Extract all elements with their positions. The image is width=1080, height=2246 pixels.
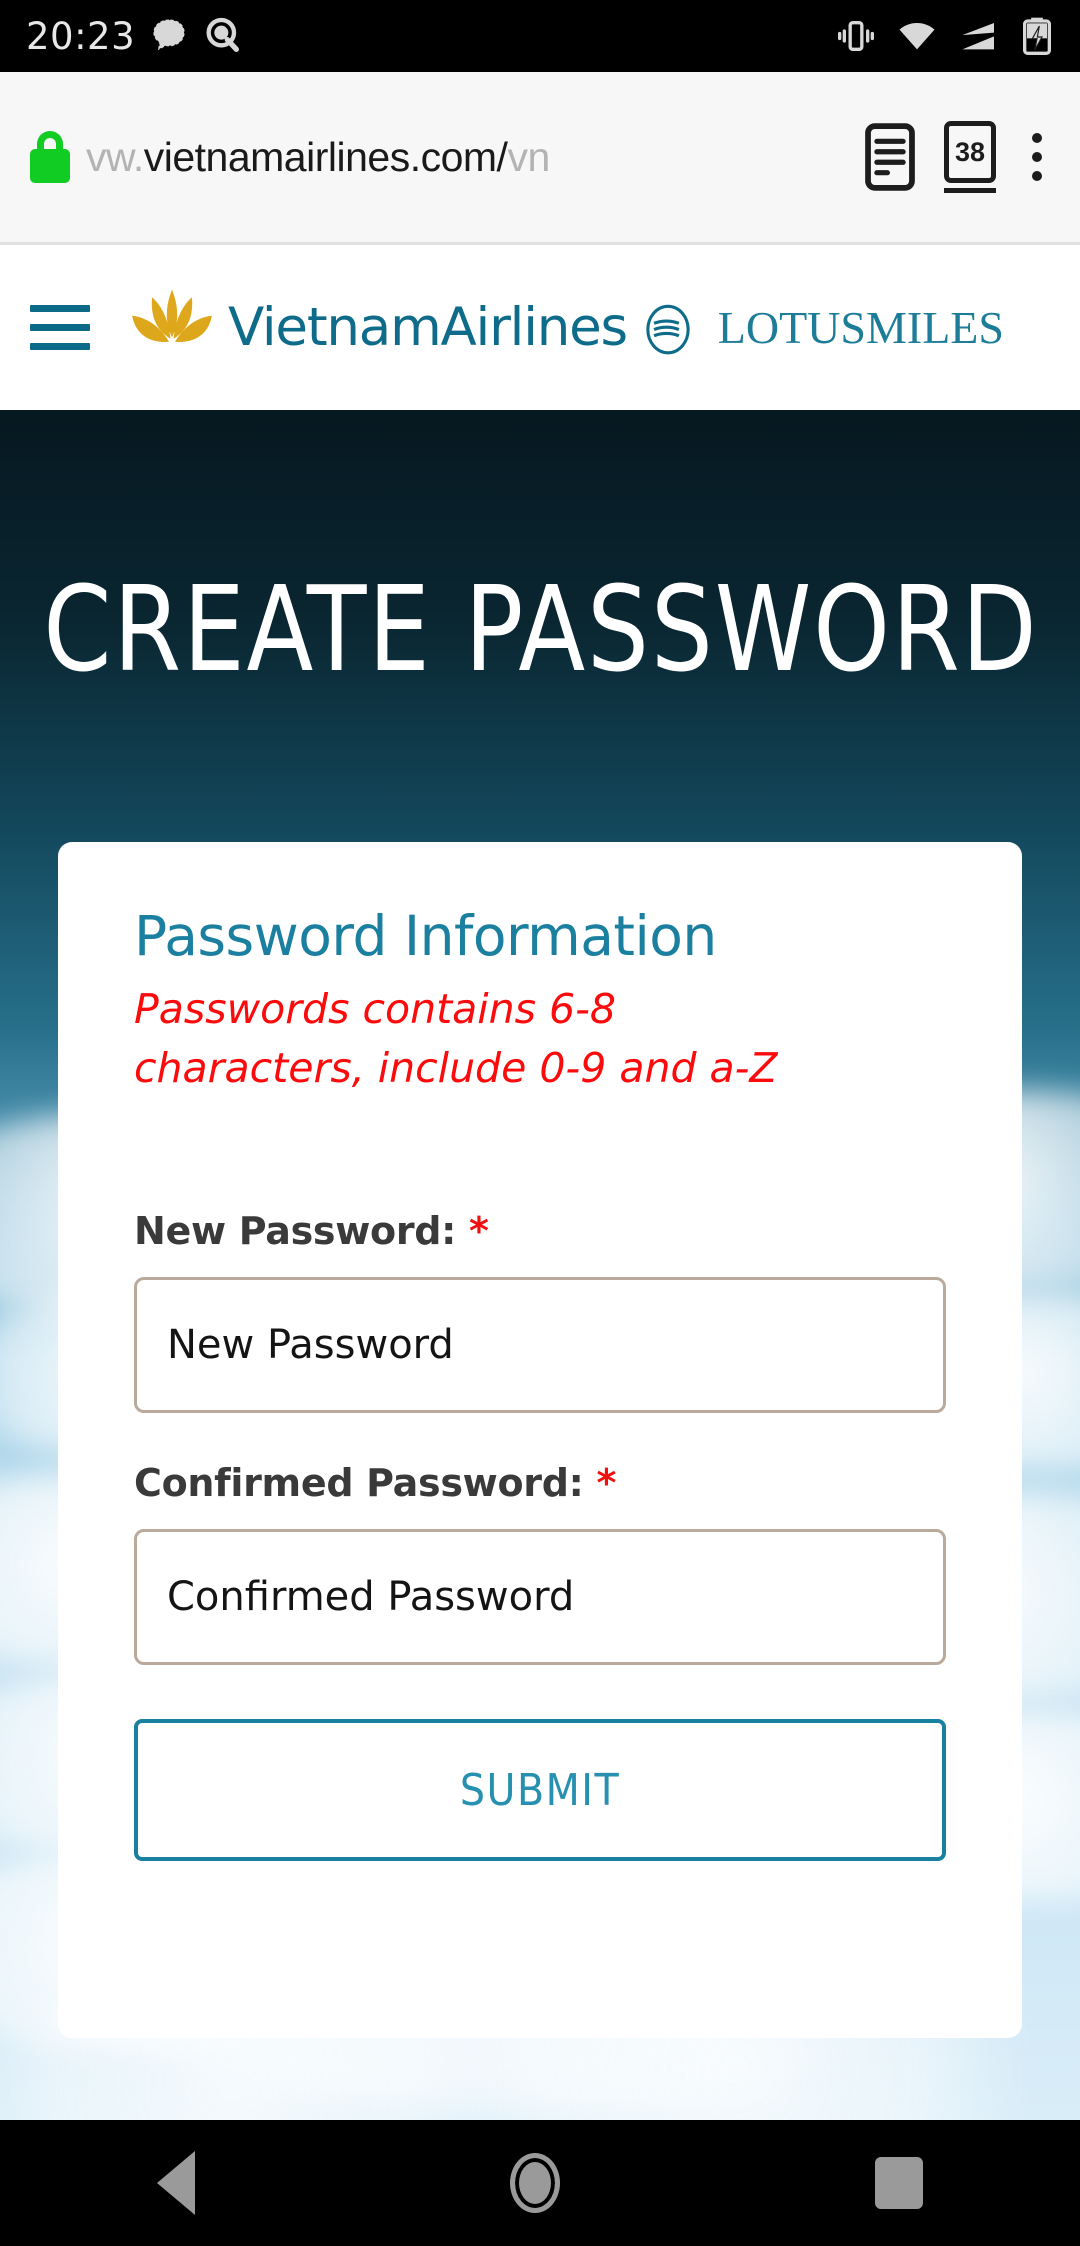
status-bar-left: 20:23: [26, 15, 243, 58]
signal-icon: [962, 23, 994, 50]
confirmed-password-input[interactable]: [134, 1529, 946, 1666]
url-main: vietnamairlines.com/: [143, 133, 508, 180]
confirmed-password-label-text: Confirmed Password:: [134, 1461, 584, 1506]
confirmed-password-label: Confirmed Password: *: [134, 1461, 946, 1505]
skyteam-icon: [646, 304, 690, 354]
browser-toolbar: vw.vietnamairlines.com/vn 38: [0, 72, 1080, 245]
wifi-icon: [899, 23, 935, 50]
tab-counter-underline: [944, 188, 996, 193]
status-clock: 20:23: [26, 14, 136, 58]
lotus-icon: [132, 289, 212, 342]
new-password-input[interactable]: [134, 1277, 946, 1414]
card-title: Password Information: [134, 904, 717, 968]
phone-screen: 20:23 vw.vietnamairlines.com/vn 38 Vietn…: [0, 0, 1080, 2246]
required-asterisk: *: [596, 1461, 617, 1506]
url-bar[interactable]: vw.vietnamairlines.com/vn: [86, 134, 836, 181]
required-asterisk: *: [469, 1209, 489, 1254]
vietnam-airlines-wordmark: VietnamAirlines: [228, 297, 628, 358]
new-password-label-text: New Password:: [134, 1209, 457, 1254]
lotusmiles-logo[interactable]: LOTUSMILES: [718, 301, 1004, 354]
vibrate-icon: [838, 21, 874, 51]
vietnam-airlines-logo[interactable]: VietnamAirlines: [126, 285, 699, 371]
back-icon[interactable]: [157, 2151, 196, 2215]
site-header: VietnamAirlines LOTUSMILES: [0, 245, 1080, 410]
android-nav-bar: [0, 2120, 1080, 2246]
recents-icon[interactable]: [874, 2157, 923, 2209]
message-bubble-icon: [153, 19, 185, 51]
hamburger-menu-icon[interactable]: [30, 305, 90, 350]
new-password-label: New Password: *: [134, 1209, 946, 1253]
url-prefix: vw.: [86, 133, 144, 180]
status-bar: 20:23: [0, 0, 1080, 72]
home-icon[interactable]: [509, 2153, 560, 2213]
password-rules-hint: Passwords contains 6-8 characters, inclu…: [134, 985, 778, 1092]
battery-charging-icon: [1023, 17, 1052, 55]
kebab-menu-icon[interactable]: [1022, 133, 1052, 181]
tab-counter-button[interactable]: 38: [944, 121, 996, 193]
page-body: CREATE PASSWORD Password Information Pas…: [0, 410, 1080, 2120]
search-bubble-icon: [206, 17, 240, 52]
status-bar-right: [836, 16, 1054, 56]
new-password-group: New Password: *: [134, 1209, 946, 1414]
reader-mode-icon[interactable]: [862, 123, 918, 191]
password-card: Password Information Passwords contains …: [58, 842, 1022, 2038]
green-lock-icon[interactable]: [28, 131, 72, 183]
submit-button[interactable]: SUBMIT: [134, 1719, 946, 1862]
page-title: CREATE PASSWORD: [43, 560, 1039, 698]
tab-count-label: 38: [944, 121, 996, 183]
confirmed-password-group: Confirmed Password: *: [134, 1461, 946, 1666]
url-suffix: vn: [507, 133, 550, 180]
